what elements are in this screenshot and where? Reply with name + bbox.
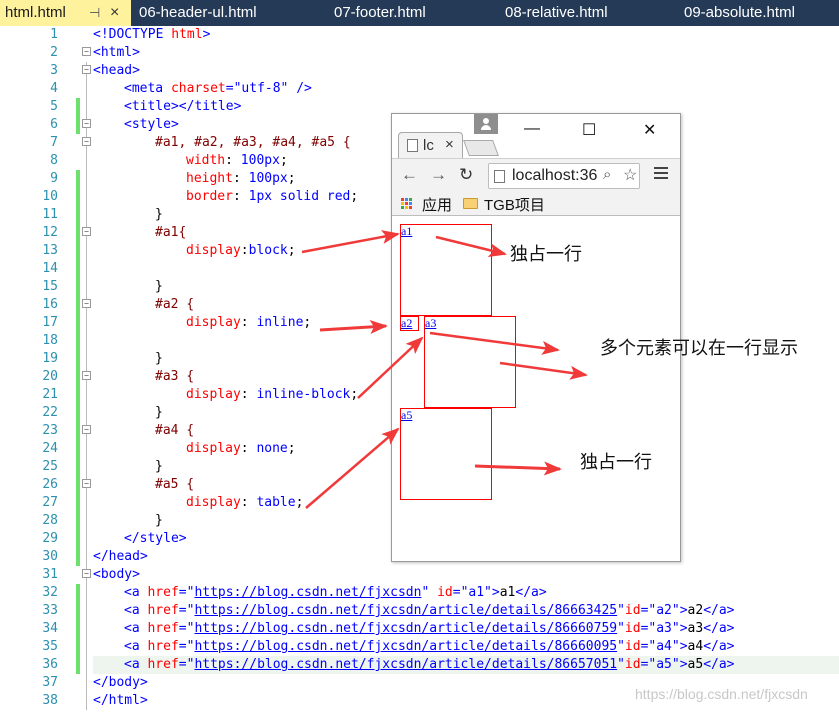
annotation-block-1: 独占一行 (510, 244, 582, 265)
arrow-a5-note (474, 461, 562, 476)
arrow-inline-note-2 (499, 361, 588, 380)
arrow-a5-code (305, 427, 400, 509)
annotation-inline: 多个元素可以在一行显示 (600, 338, 798, 359)
arrow-inline-note-1 (429, 331, 560, 355)
arrow-a3-code (357, 336, 424, 399)
annotation-block-2: 独占一行 (580, 452, 652, 473)
watermark: https://blog.csdn.net/fjxcsdn (635, 686, 808, 702)
arrow-a1-note (435, 235, 507, 257)
arrow-a1-code (301, 230, 400, 254)
arrow-a2-code (319, 319, 388, 334)
